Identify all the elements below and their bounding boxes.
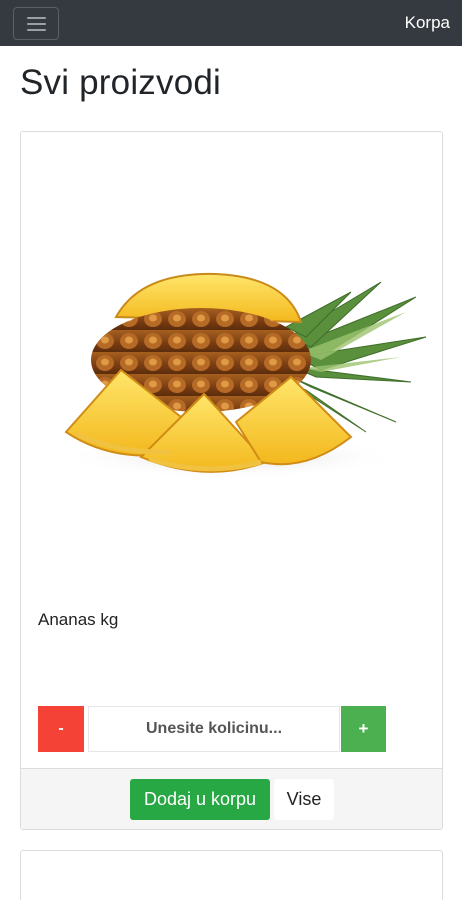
hamburger-icon [27, 17, 46, 19]
menu-toggle-button[interactable] [13, 7, 59, 40]
product-card-next [20, 850, 443, 900]
more-button[interactable]: Vise [274, 779, 334, 820]
add-to-cart-button[interactable]: Dodaj u korpu [130, 779, 270, 820]
quantity-stepper: - + [38, 706, 386, 752]
increase-quantity-button[interactable]: + [341, 706, 386, 752]
top-navbar: Korpa [0, 0, 462, 46]
page-title: Svi proizvodi [20, 63, 222, 102]
product-card: Ananas kg - + Dodaj u korpu Vise [20, 131, 443, 830]
card-footer: Dodaj u korpu Vise [21, 768, 442, 829]
quantity-input[interactable] [88, 706, 340, 752]
cart-link[interactable]: Korpa [405, 13, 450, 33]
pineapple-image [61, 272, 427, 479]
product-name: Ananas kg [38, 610, 119, 629]
decrease-quantity-button[interactable]: - [38, 706, 84, 752]
